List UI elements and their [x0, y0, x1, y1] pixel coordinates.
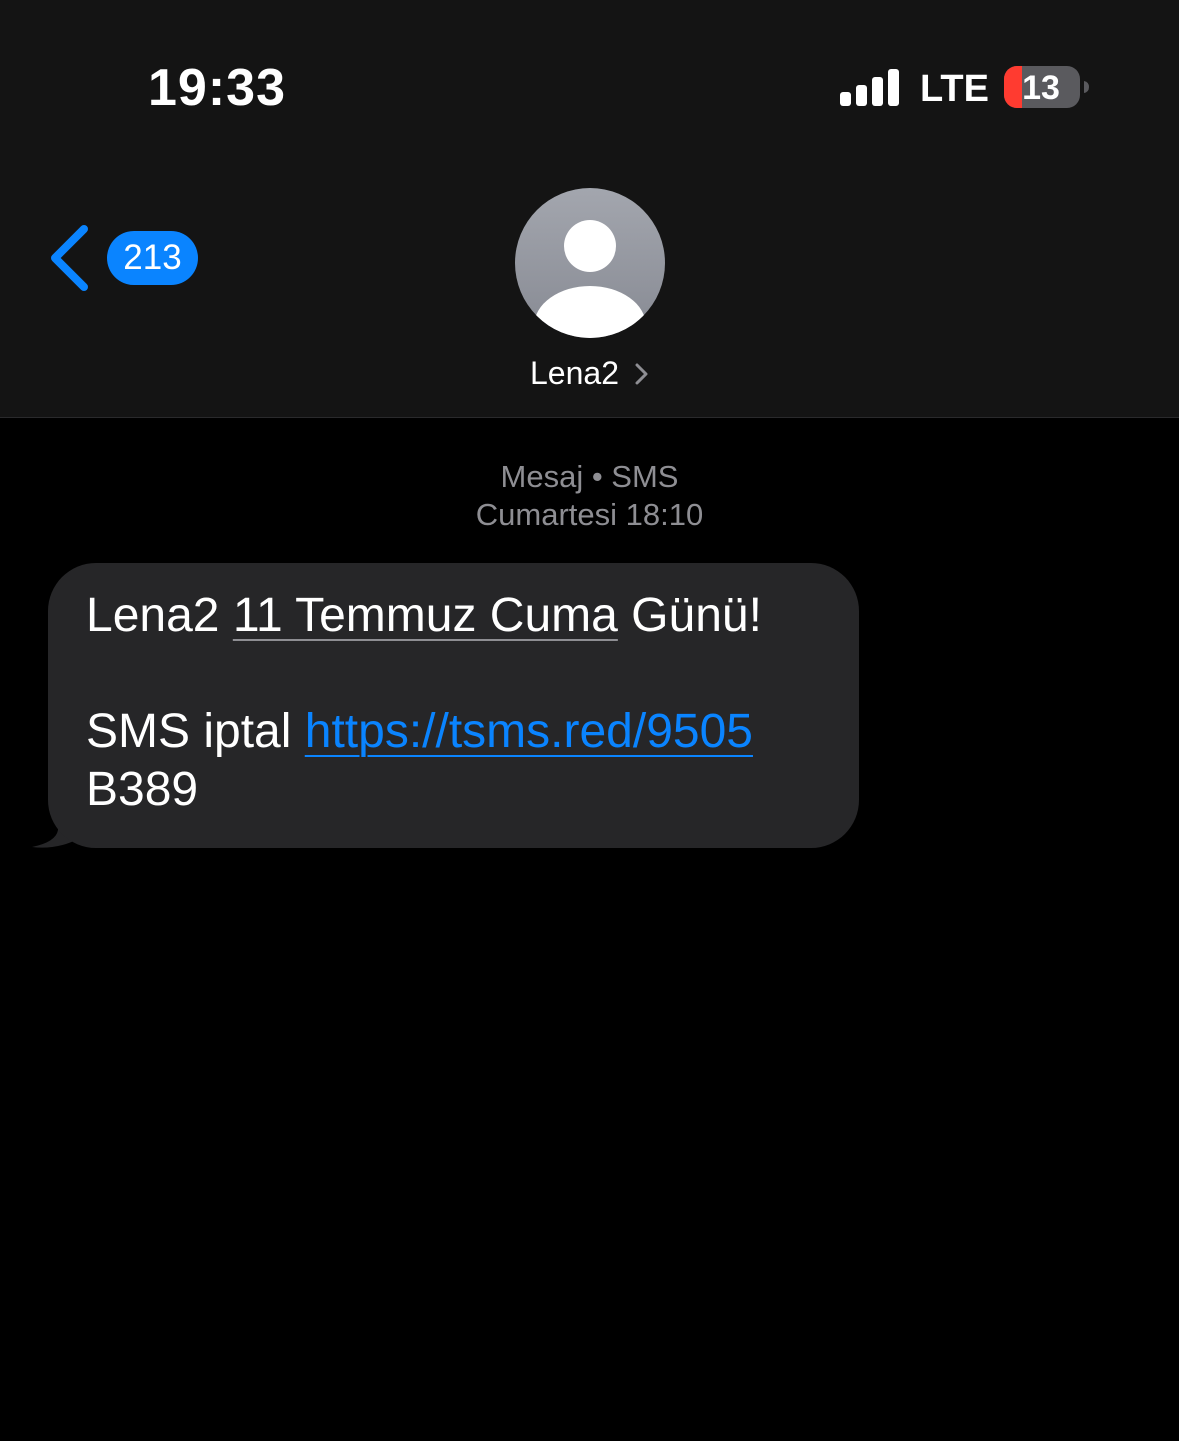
contact-name[interactable]: Lena2 — [530, 354, 619, 392]
message-line-1: Lena2 11 Temmuz Cuma Günü! — [86, 587, 829, 645]
contact-avatar-icon[interactable] — [515, 188, 665, 338]
message-timestamp: Cumartesi 18:10 — [0, 496, 1179, 534]
message-sender-text: Lena2 — [86, 589, 233, 642]
message-day-text: Günü! — [617, 589, 762, 642]
message-date-detected[interactable]: 11 Temmuz Cuma — [233, 589, 618, 642]
message-service-label: Mesaj • SMS — [500, 459, 679, 494]
message-cancel-text: SMS iptal — [86, 705, 305, 758]
message-line-2: SMS iptal https://tsms.red/9505 — [86, 703, 829, 761]
back-chevron-icon[interactable] — [46, 224, 92, 292]
message-time: 18:10 — [625, 497, 704, 532]
message-day: Cumartesi — [475, 497, 618, 532]
message-bubble[interactable]: Lena2 11 Temmuz Cuma Günü! SMS iptal htt… — [48, 563, 859, 848]
battery-level: 13 — [1022, 69, 1060, 107]
network-type: LTE — [920, 68, 989, 110]
message-link[interactable]: https://tsms.red/9505 — [305, 705, 753, 758]
cellular-signal-icon — [840, 69, 899, 106]
message-code: B389 — [86, 763, 199, 816]
status-time: 19:33 — [148, 59, 286, 117]
back-unread-badge[interactable]: 213 — [107, 231, 198, 285]
header-area: 19:33 LTE 13 213 Lena2 — [0, 0, 1179, 418]
chevron-right-icon[interactable] — [634, 362, 650, 386]
